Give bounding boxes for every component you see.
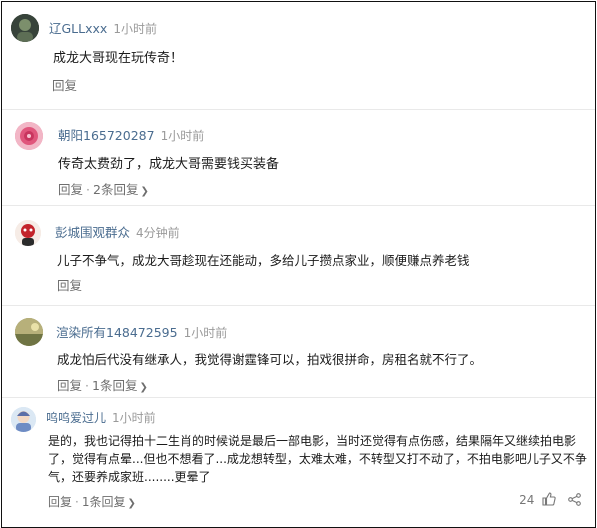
thumbs-up-icon[interactable] (542, 492, 556, 509)
reply-button[interactable]: 回复 (58, 182, 83, 197)
username[interactable]: 朝阳165720287 (58, 128, 155, 143)
comment-text: 传奇太费劲了，成龙大哥需要钱买装备 (58, 157, 280, 172)
comment-text: 成龙怕后代没有继承人，我觉得谢霆锋可以，拍戏很拼命，房租名就不行了。 (57, 352, 483, 367)
comment-reactions: 24 (519, 492, 581, 509)
comment-time: 1小时前 (113, 22, 157, 36)
reply-button[interactable]: 回复 (48, 495, 72, 509)
comment-text: 成龙大哥现在玩传奇！ (53, 51, 184, 66)
comment-time: 4分钟前 (136, 226, 180, 240)
view-replies-button[interactable]: 1条回复 ❯ (82, 495, 136, 509)
username[interactable]: 辽GLLxxx (49, 21, 107, 36)
comment-actions: 回复 (52, 75, 77, 94)
comment-text: 是的，我也记得拍十二生肖的时候说是最后一部电影，当时还觉得有点伤感，结果隔年又继… (48, 434, 587, 484)
comment-list: 辽GLLxxx 1小时前 成龙大哥现在玩传奇！ 回复 朝阳165720287 1小时… (1, 1, 596, 528)
reply-count: 2条回复 (93, 182, 139, 197)
chevron-down-icon: ❯ (139, 382, 148, 393)
dark-green-avatar-image (11, 14, 39, 42)
like-count: 24 (519, 493, 535, 507)
comment-item: 辽GLLxxx 1小时前 成龙大哥现在玩传奇！ 回复 (2, 2, 595, 97)
separator-dot: · (85, 378, 89, 393)
view-replies-button[interactable]: 1条回复 ❯ (92, 378, 148, 393)
user-avatar[interactable] (11, 14, 39, 42)
user-avatar[interactable] (15, 122, 43, 150)
user-avatar[interactable] (15, 318, 43, 346)
chevron-down-icon: ❯ (127, 498, 136, 509)
pink-rose-avatar-image (15, 122, 43, 150)
comment-header: 渲染所有148472595 1小时前 (56, 322, 227, 341)
username[interactable]: 渲染所有148472595 (56, 325, 178, 340)
comment-actions: 回复 · 1条回复 ❯ (48, 493, 136, 510)
share-icon[interactable] (568, 493, 581, 509)
comment-header: 彭城围观群众 4分钟前 (55, 222, 180, 241)
comment-item: 彭城围观群众 4分钟前 儿子不争气，成龙大哥趁现在还能动，多给儿子攒点家业，顺便赚… (2, 206, 595, 302)
olive-landscape-avatar-image (15, 318, 43, 346)
username[interactable]: 彭城围观群众 (55, 225, 130, 240)
username[interactable]: 呜呜爱过儿 (46, 411, 106, 425)
comment-header: 呜呜爱过儿 1小时前 (46, 409, 156, 426)
comment-header: 辽GLLxxx 1小时前 (49, 18, 157, 37)
chevron-down-icon: ❯ (140, 186, 149, 197)
reply-button[interactable]: 回复 (57, 378, 82, 393)
comment-actions: 回复 (57, 275, 82, 294)
comment-item: 呜呜爱过儿 1小时前 是的，我也记得拍十二生肖的时候说是最后一部电影，当时还觉得有… (2, 398, 595, 527)
comment-header: 朝阳165720287 1小时前 (58, 125, 204, 144)
comment-item: 渲染所有148472595 1小时前 成龙怕后代没有继承人，我觉得谢霆锋可以，拍戏… (2, 306, 595, 398)
comment-actions: 回复 · 1条回复 ❯ (57, 375, 148, 394)
view-replies-button[interactable]: 2条回复 ❯ (93, 182, 149, 197)
user-avatar[interactable] (15, 220, 41, 246)
reply-button[interactable]: 回复 (52, 78, 77, 93)
comment-time: 1小时前 (160, 129, 205, 143)
reply-count: 1条回复 (92, 378, 138, 393)
user-avatar[interactable] (11, 407, 36, 432)
reply-count: 1条回复 (81, 495, 126, 509)
separator-dot: · (86, 182, 90, 197)
red-mascot-avatar-image (15, 220, 41, 246)
comment-time: 1小时前 (112, 411, 156, 425)
separator-dot: · (75, 495, 79, 509)
comment-text: 儿子不争气，成龙大哥趁现在还能动，多给儿子攒点家业，顺便赚点养老钱 (57, 253, 470, 268)
comment-actions: 回复 · 2条回复 ❯ (58, 179, 149, 198)
comment-item: 朝阳165720287 1小时前 传奇太费劲了，成龙大哥需要钱买装备 回复 · 2条回… (2, 110, 595, 206)
comment-time: 1小时前 (183, 326, 228, 340)
reply-button[interactable]: 回复 (57, 278, 82, 293)
blue-character-avatar-image (11, 407, 36, 432)
